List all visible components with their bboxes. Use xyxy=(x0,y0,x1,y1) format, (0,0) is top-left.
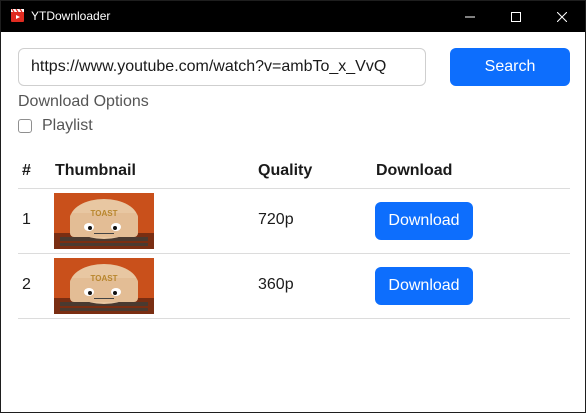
search-button[interactable]: Search xyxy=(450,48,570,86)
minimize-icon xyxy=(465,16,475,17)
playlist-checkbox[interactable] xyxy=(18,119,32,133)
header-quality: Quality xyxy=(258,162,313,179)
title-bar[interactable]: YTDownloader xyxy=(1,1,585,32)
header-number: # xyxy=(22,162,31,179)
row-quality: 720p xyxy=(258,211,294,228)
playlist-label: Playlist xyxy=(42,117,93,134)
playlist-option[interactable]: Playlist xyxy=(18,116,93,136)
download-button[interactable]: Download xyxy=(375,202,473,240)
video-thumbnail: TOAST xyxy=(54,258,154,314)
url-input[interactable] xyxy=(18,48,426,86)
thumbnail-caption: TOAST xyxy=(91,274,118,283)
maximize-icon xyxy=(511,11,521,22)
app-icon xyxy=(11,9,24,22)
close-button[interactable] xyxy=(539,1,585,32)
table-header: # Thumbnail Quality Download xyxy=(18,154,570,189)
row-quality: 360p xyxy=(258,276,294,293)
table-row: 1 TOAST 720p Download xyxy=(18,189,570,254)
close-icon xyxy=(557,11,567,22)
header-download: Download xyxy=(376,162,453,179)
thumbnail-caption: TOAST xyxy=(91,209,118,218)
table-row: 2 TOAST 360p Download xyxy=(18,254,570,319)
download-options-label: Download Options xyxy=(18,93,149,110)
video-thumbnail: TOAST xyxy=(54,193,154,249)
header-thumbnail: Thumbnail xyxy=(55,162,136,179)
results-table: # Thumbnail Quality Download 1 TOAST 720… xyxy=(18,154,570,319)
maximize-button[interactable] xyxy=(493,1,539,32)
row-number: 1 xyxy=(22,211,31,228)
app-window: YTDownloader Search Download Options Pla… xyxy=(0,0,586,413)
download-button[interactable]: Download xyxy=(375,267,473,305)
window-title: YTDownloader xyxy=(31,9,111,23)
minimize-button[interactable] xyxy=(447,1,493,32)
row-number: 2 xyxy=(22,276,31,293)
